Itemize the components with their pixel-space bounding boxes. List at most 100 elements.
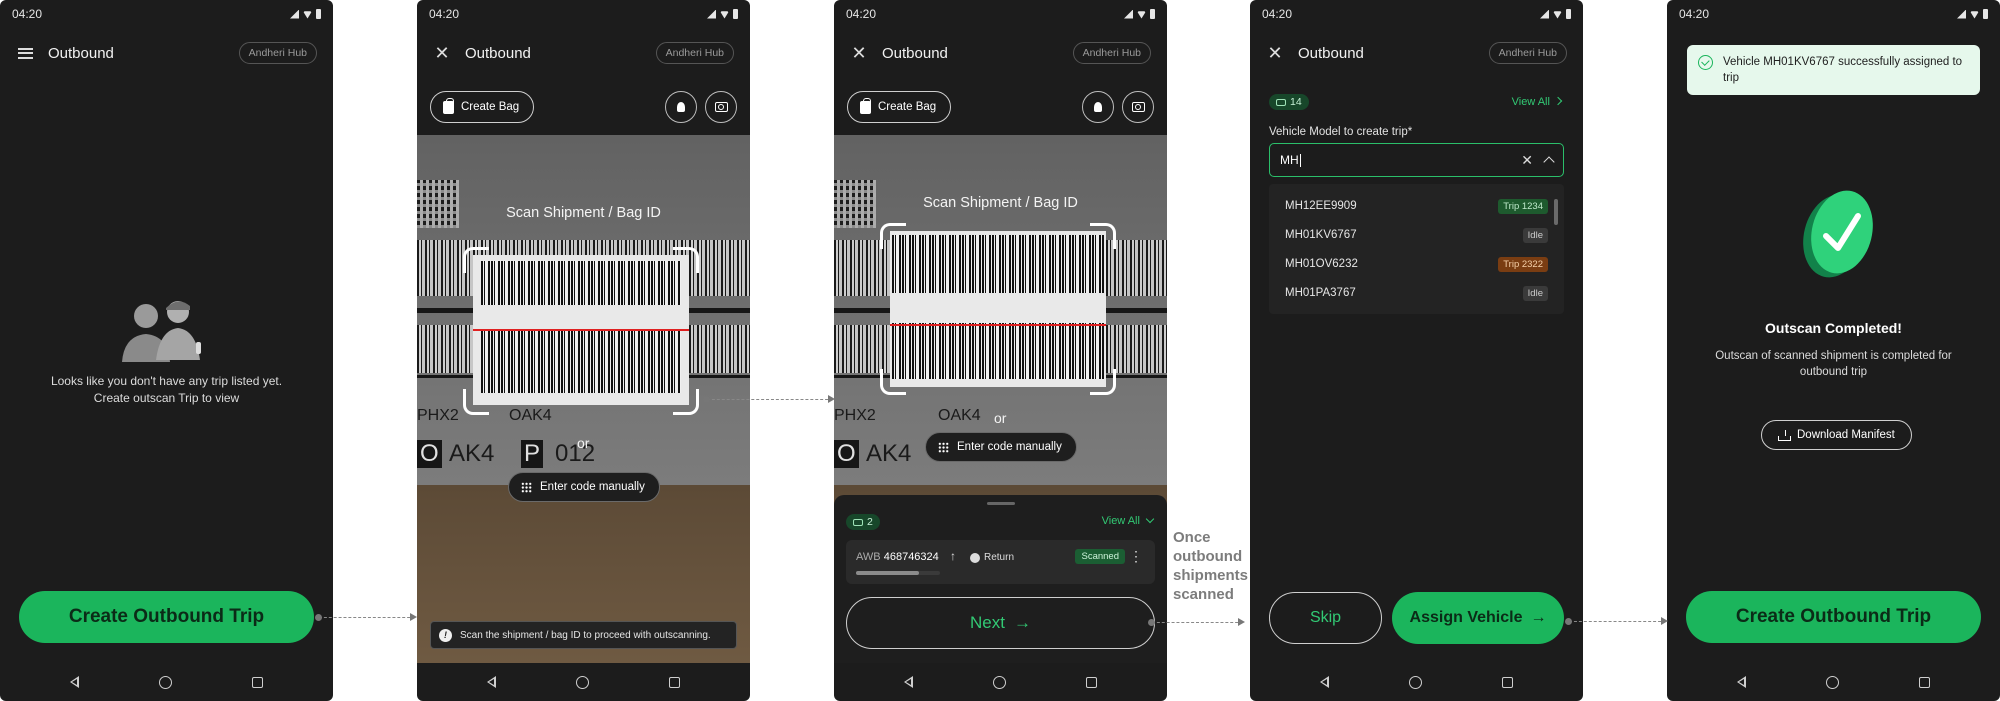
back-icon[interactable] bbox=[1737, 676, 1746, 688]
label-text-ak4: AK4 bbox=[449, 440, 495, 467]
frame-corner bbox=[1090, 369, 1116, 395]
system-nav-bar bbox=[1250, 663, 1583, 701]
connector-arrow bbox=[1661, 616, 1668, 625]
system-nav-bar bbox=[417, 663, 750, 701]
home-icon[interactable] bbox=[576, 675, 589, 689]
view-all-link[interactable]: View All bbox=[1102, 514, 1155, 527]
home-icon[interactable] bbox=[1409, 675, 1422, 689]
back-icon[interactable] bbox=[1320, 676, 1329, 688]
label-text-o: O bbox=[417, 440, 442, 468]
label-text-phx: PHX2 bbox=[834, 407, 876, 424]
assign-vehicle-button[interactable]: Assign Vehicle → bbox=[1392, 592, 1564, 644]
system-nav-bar bbox=[0, 663, 333, 701]
camera-switch-button[interactable] bbox=[705, 91, 737, 123]
home-icon[interactable] bbox=[993, 675, 1006, 689]
awb-list-item[interactable]: AWB 468746324 ↑ Return Scanned ⋮ bbox=[846, 540, 1155, 584]
status-bar: 04:20 bbox=[0, 0, 333, 28]
back-icon[interactable] bbox=[70, 676, 79, 688]
close-icon: ✕ bbox=[434, 43, 450, 63]
signal-icon bbox=[1124, 9, 1133, 19]
recents-icon[interactable] bbox=[1919, 676, 1930, 688]
recents-icon[interactable] bbox=[1502, 676, 1513, 688]
vehicle-status-badge: Idle bbox=[1522, 227, 1548, 243]
annotation-line: scanned bbox=[1173, 586, 1234, 603]
frame-corner bbox=[673, 247, 699, 273]
create-outbound-trip-button[interactable]: Create Outbound Trip bbox=[1686, 591, 1981, 643]
close-button[interactable]: ✕ bbox=[850, 44, 868, 62]
completed-heading: Outscan Completed! bbox=[1765, 320, 1902, 336]
close-button[interactable]: ✕ bbox=[1266, 44, 1284, 62]
app-bar: ✕ Outbound Andheri Hub bbox=[417, 28, 750, 78]
skip-button[interactable]: Skip bbox=[1269, 592, 1382, 644]
camera-viewfinder: PHX2 OAK4 O AK4 P 012 Scan Shipment / Ba… bbox=[417, 135, 750, 663]
empty-message-line1: Looks like you don't have any trip liste… bbox=[50, 374, 283, 388]
home-icon[interactable] bbox=[159, 675, 172, 689]
camera-switch-button[interactable] bbox=[1122, 91, 1154, 123]
back-icon[interactable] bbox=[904, 676, 913, 688]
sheet-handle[interactable] bbox=[986, 502, 1015, 505]
view-all-link[interactable]: View All bbox=[1512, 96, 1563, 108]
app-bar: ✕ Outbound Andheri Hub bbox=[834, 28, 1167, 78]
page-title: Outbound bbox=[882, 44, 948, 62]
frame-corner bbox=[673, 389, 699, 415]
back-icon[interactable] bbox=[487, 676, 496, 688]
status-time: 04:20 bbox=[1262, 7, 1293, 21]
chevron-right-icon bbox=[1553, 96, 1563, 106]
hub-selector[interactable]: Andheri Hub bbox=[1072, 42, 1151, 64]
status-icons bbox=[1540, 9, 1571, 19]
status-bar: 04:20 bbox=[1667, 0, 2000, 28]
vehicle-field-label: Vehicle Model to create trip* bbox=[1269, 126, 1413, 138]
close-icon: ✕ bbox=[851, 43, 867, 63]
return-icon bbox=[970, 552, 980, 563]
create-bag-button[interactable]: Create Bag bbox=[847, 91, 952, 123]
vehicle-search-input[interactable]: MH ✕ bbox=[1269, 143, 1564, 177]
frame-corner bbox=[880, 369, 906, 395]
annotation-line: shipments bbox=[1173, 567, 1249, 584]
vehicle-option[interactable]: MH12EE9909 Trip 1234 bbox=[1285, 195, 1548, 217]
vehicle-option[interactable]: MH01OV6232 Trip 2322 bbox=[1285, 253, 1548, 275]
frame-corner bbox=[463, 389, 489, 415]
download-manifest-button[interactable]: Download Manifest bbox=[1761, 420, 1912, 450]
hub-selector[interactable]: Andheri Hub bbox=[238, 42, 317, 64]
battery-icon bbox=[316, 9, 321, 19]
dropdown-scrollbar[interactable] bbox=[1554, 199, 1558, 225]
download-manifest-label: Download Manifest bbox=[1797, 429, 1895, 441]
frame-corner bbox=[880, 223, 906, 249]
clear-icon[interactable]: ✕ bbox=[1521, 152, 1533, 169]
label-o-block: O bbox=[417, 440, 442, 468]
vehicle-option[interactable]: MH01KV6767 Idle bbox=[1285, 224, 1548, 246]
wifi-icon bbox=[720, 11, 729, 19]
keypad-icon bbox=[521, 481, 532, 493]
flashlight-button[interactable] bbox=[1082, 91, 1114, 123]
scan-toolbar: Create Bag bbox=[430, 91, 737, 123]
status-bar: 04:20 bbox=[1250, 0, 1583, 28]
hub-selector[interactable]: Andheri Hub bbox=[655, 42, 734, 64]
screen-scan: 04:20 ✕ Outbound Andheri Hub Create Bag … bbox=[417, 0, 750, 701]
menu-button[interactable] bbox=[16, 44, 34, 62]
chevron-up-icon[interactable] bbox=[1543, 156, 1555, 168]
recents-icon[interactable] bbox=[252, 676, 263, 688]
scanned-count-badge: 2 bbox=[846, 514, 880, 530]
close-button[interactable]: ✕ bbox=[433, 44, 451, 62]
enter-code-manually-button[interactable]: Enter code manually bbox=[508, 472, 660, 502]
enter-code-manually-button[interactable]: Enter code manually bbox=[925, 432, 1077, 462]
annotation-line: Once bbox=[1173, 529, 1211, 546]
arrow-up-icon: ↑ bbox=[950, 549, 956, 563]
next-button[interactable]: Next → bbox=[846, 597, 1155, 649]
create-bag-button[interactable]: Create Bag bbox=[430, 91, 535, 123]
recents-icon[interactable] bbox=[669, 676, 680, 688]
connector-arrow bbox=[410, 612, 417, 621]
vehicle-status-badge: Trip 2322 bbox=[1498, 256, 1548, 272]
home-icon[interactable] bbox=[1826, 675, 1839, 689]
vehicle-option[interactable]: MH01PA3767 Idle bbox=[1285, 282, 1548, 304]
status-time: 04:20 bbox=[12, 7, 43, 21]
more-options-icon[interactable]: ⋮ bbox=[1129, 548, 1143, 565]
label-text-oak: OAK4 bbox=[938, 407, 981, 424]
hub-selector[interactable]: Andheri Hub bbox=[1488, 42, 1567, 64]
connector-dot bbox=[315, 613, 322, 621]
create-outbound-trip-button[interactable]: Create Outbound Trip bbox=[19, 591, 314, 643]
page-title: Outbound bbox=[48, 44, 114, 62]
signal-icon bbox=[707, 9, 716, 19]
flashlight-button[interactable] bbox=[665, 91, 697, 123]
recents-icon[interactable] bbox=[1086, 676, 1097, 688]
